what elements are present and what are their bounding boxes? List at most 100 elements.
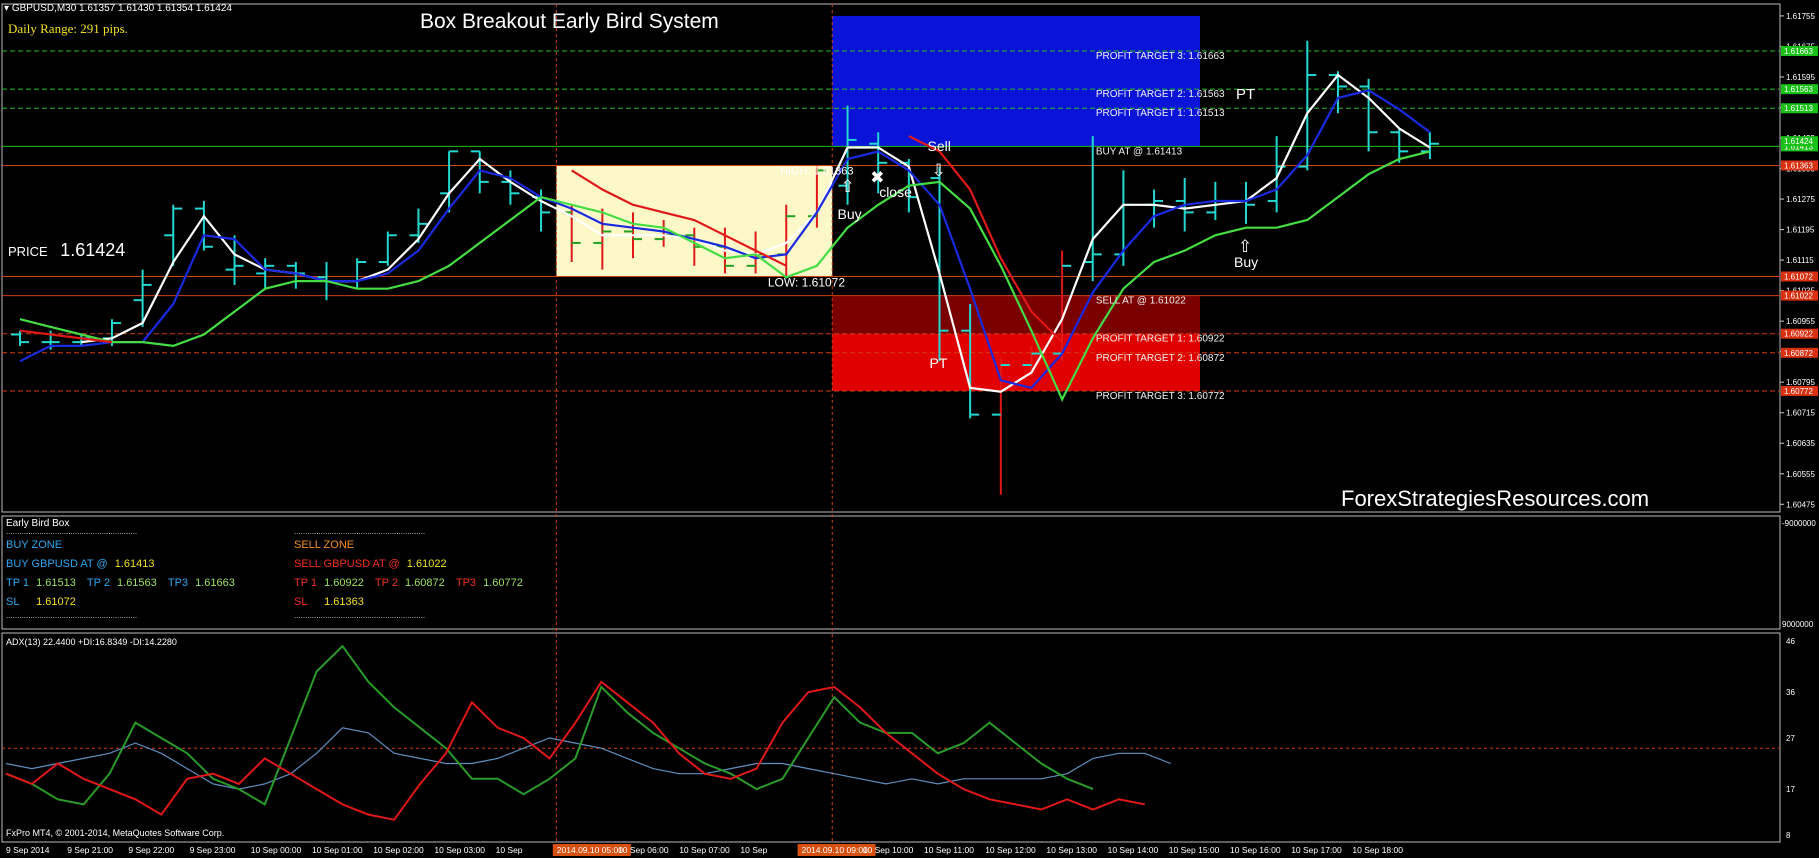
buy-tp3-label: TP3 <box>167 577 189 589</box>
time-axis-label: 10 Sep <box>496 845 523 855</box>
price-level-tag: 1.61513 <box>1781 103 1818 114</box>
sell-zone-label: SELL ZONE <box>294 539 355 551</box>
sell-tp1-value: 1.60922 <box>324 577 364 589</box>
price-level-tag: 1.61363 <box>1781 160 1818 171</box>
price-level-tag-text: 1.61363 <box>1784 161 1813 170</box>
adx-title: ADX(13) 22.4400 +DI:16.8349 -DI:14.2280 <box>6 637 177 647</box>
price-level-tag-text: 1.61663 <box>1784 47 1813 56</box>
buy-targets: TP 1 1.61513 TP 2 1.61563 TP3 1.61663 <box>6 574 235 593</box>
zone-label: PROFIT TARGET 3: 1.60772 <box>1096 391 1225 402</box>
y-axis-label: 1.60795 <box>1786 378 1815 387</box>
price-level-tag-text: 1.61513 <box>1784 104 1813 113</box>
sell-tp3-value: 1.60772 <box>483 577 523 589</box>
zone-label: PROFIT TARGET 2: 1.61563 <box>1096 89 1225 100</box>
buy-zone <box>832 15 1201 147</box>
annotation-box_high: HIGH: 1.61363 <box>780 165 853 177</box>
buy-tp1-label: TP 1 <box>6 577 30 589</box>
separator: ........................................… <box>6 611 138 620</box>
current-price-text: 1.61424 <box>1784 137 1813 146</box>
time-axis-label: 10 Sep 12:00 <box>985 845 1036 855</box>
time-axis-label: 10 Sep 11:00 <box>924 845 974 855</box>
signal-arrow-icon: ✖ <box>870 168 884 188</box>
time-axis-label: 10 Sep 07:00 <box>679 845 730 855</box>
buy-entry-label: BUY GBPUSD AT @ <box>6 558 108 570</box>
buy-tp2-value: 1.61563 <box>117 577 157 589</box>
price-level-tag-text: 1.61022 <box>1784 292 1813 301</box>
buy-sl-value: 1.61072 <box>36 596 76 608</box>
trading-chart[interactable]: PROFIT TARGET 3: 1.61663 PROFIT TARGET 2:… <box>0 0 1819 858</box>
annotation-box_low: LOW: 1.61072 <box>768 275 845 289</box>
price-level-tag: 1.61663 <box>1781 46 1818 57</box>
time-axis-label: 10 Sep 02:00 <box>373 845 424 855</box>
indicator-scale-bottom: 9000000 <box>1782 620 1814 629</box>
annotation-signal: PT <box>930 355 948 371</box>
y-axis-label: 1.61755 <box>1786 12 1815 21</box>
separator: ........................................… <box>294 611 426 620</box>
time-axis-label: 2014.09.10 09:00 <box>802 845 868 855</box>
adx-y-axis-label: 17 <box>1786 785 1795 794</box>
symbol-header: ▾ GBPUSD,M30 1.61357 1.61430 1.61354 1.6… <box>4 3 232 14</box>
annotation-signal: Buy <box>838 206 862 222</box>
price-level-tag-text: 1.60772 <box>1784 387 1813 396</box>
price-label: PRICE 1.61424 <box>8 240 125 261</box>
time-axis-label: 10 Sep 03:00 <box>434 845 485 855</box>
separator: ........................................… <box>294 527 426 536</box>
time-axis-label: 10 Sep 13:00 <box>1046 845 1097 855</box>
sell-entry: SELL GBPUSD AT @ 1.61022 <box>294 555 523 574</box>
price-level-tag-text: 1.60922 <box>1784 330 1813 339</box>
zone-label: PROFIT TARGET 1: 1.61513 <box>1096 108 1225 119</box>
buy-entry: BUY GBPUSD AT @ 1.61413 <box>6 555 235 574</box>
sell-sl: SL 1.61363 <box>294 593 523 612</box>
dropdown-triangle-icon[interactable]: ▾ <box>4 3 9 14</box>
copyright: FxPro MT4, © 2001-2014, MetaQuotes Softw… <box>6 828 225 838</box>
price-level-tag: 1.60922 <box>1781 328 1818 339</box>
sell-entry-label: SELL GBPUSD AT @ <box>294 558 400 570</box>
sell-tp2-label: TP 2 <box>374 577 398 589</box>
buy-zone-label: BUY ZONE <box>6 539 63 551</box>
sell-entry-value: 1.61022 <box>406 558 447 570</box>
price-level-tag: 1.61563 <box>1781 84 1818 95</box>
buy-sl-label: SL <box>6 596 20 608</box>
buy-tp2-label: TP 2 <box>86 577 110 589</box>
price-value: 1.61424 <box>60 240 126 260</box>
time-axis-label: 10 Sep 01:00 <box>312 845 363 855</box>
time-axis-label: 9 Sep 22:00 <box>128 845 174 855</box>
y-axis-label: 1.61275 <box>1786 195 1815 204</box>
price-level-tag: 1.60872 <box>1781 347 1818 358</box>
sell-tp2-value: 1.60872 <box>405 577 445 589</box>
price-caption: PRICE <box>8 244 48 259</box>
time-axis-label: 10 Sep <box>740 845 767 855</box>
adx-y-axis-label: 27 <box>1786 734 1795 743</box>
sell-tp1-label: TP 1 <box>294 577 318 589</box>
time-axis-label: 10 Sep 10:00 <box>863 845 914 855</box>
y-axis-label: 1.60635 <box>1786 439 1815 448</box>
time-axis-label: 10 Sep 14:00 <box>1108 845 1159 855</box>
price-level-tag: 1.60772 <box>1781 385 1818 396</box>
time-axis-label: 10 Sep 16:00 <box>1230 845 1281 855</box>
zone-label: PROFIT TARGET 1: 1.60922 <box>1096 334 1225 345</box>
signal-arrow-icon: ⇧ <box>841 177 855 197</box>
indicator-scale-top: -9000000 <box>1782 519 1816 528</box>
daily-range: Daily Range: 291 pips. <box>8 21 128 36</box>
y-axis-label: 1.61595 <box>1786 73 1815 82</box>
price-level-tag-text: 1.60872 <box>1784 349 1813 358</box>
sell-targets: TP 1 1.60922 TP 2 1.60872 TP3 1.60772 <box>294 574 523 593</box>
zone-label: SELL AT @ 1.61022 <box>1096 296 1186 307</box>
y-axis-label: 1.60555 <box>1786 470 1815 479</box>
time-axis-label: 10 Sep 18:00 <box>1352 845 1403 855</box>
zone-label: PROFIT TARGET 3: 1.61663 <box>1096 51 1225 62</box>
y-axis-label: 1.61195 <box>1786 226 1815 235</box>
annotation-signal: PT <box>1236 86 1255 103</box>
zone-label: BUY AT @ 1.61413 <box>1096 146 1183 157</box>
time-axis-label: 2014.09.10 05:00 <box>557 845 623 855</box>
time-axis-label: 10 Sep 06:00 <box>618 845 669 855</box>
buy-block: ........................................… <box>6 528 235 620</box>
price-level-tag-text: 1.61563 <box>1784 85 1813 94</box>
sell-sl-value: 1.61363 <box>324 596 364 608</box>
sell-tp3-label: TP3 <box>455 577 477 589</box>
separator: ........................................… <box>6 527 138 536</box>
signal-arrow-icon: ⇩ <box>932 161 946 181</box>
time-axis-label: 10 Sep 15:00 <box>1169 845 1220 855</box>
price-level-tag-text: 1.61072 <box>1784 272 1813 281</box>
sell-block: ........................................… <box>294 528 523 620</box>
